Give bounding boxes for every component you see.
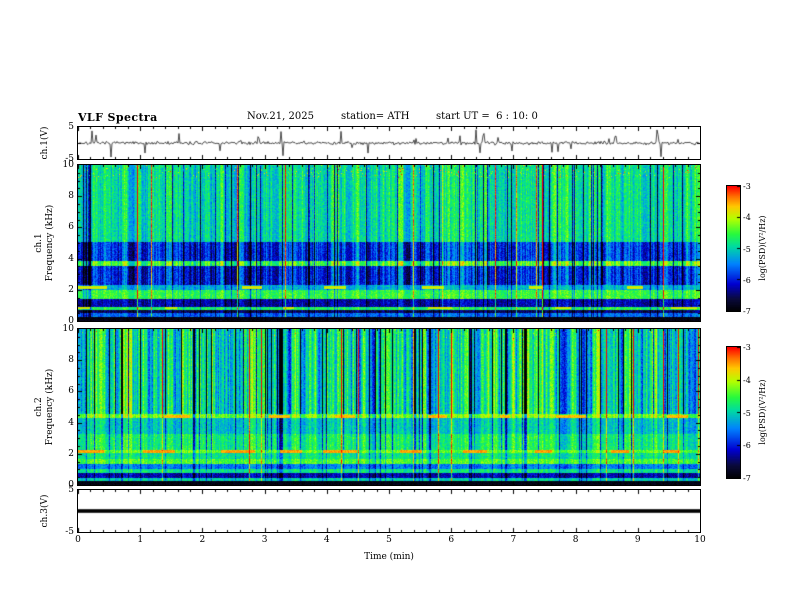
ch1-waveform-canvas: [78, 127, 700, 159]
start-ut-label: start UT = 6 : 10: 0: [436, 111, 538, 122]
ch2-frequency-axis-label: ch.2 Frequency (kHz): [34, 349, 56, 465]
y-tick-label: 5: [68, 485, 74, 495]
y-tick-label: 2: [68, 284, 74, 295]
y-tick-label: 10: [62, 160, 74, 170]
x-tick-label: 1: [137, 535, 144, 545]
colorbar-tick-label: -3: [743, 343, 751, 352]
ch3-waveform-canvas: [78, 490, 700, 532]
y-tick-label: 5: [68, 122, 74, 132]
colorbar-ch1: [726, 185, 741, 312]
x-tick-label: 10: [694, 535, 706, 545]
ch2-spectrogram-panel: [77, 328, 701, 486]
date-label: Nov.21, 2025: [247, 111, 314, 122]
ch1-spectrogram-canvas: [78, 165, 700, 321]
colorbar-tick-label: -6: [743, 275, 751, 285]
vlf-spectra-figure: VLF Spectra Nov.21, 2025 station= ATH st…: [0, 0, 792, 612]
colorbar-tick-label: -5: [743, 408, 751, 418]
x-axis-label: Time (min): [364, 552, 414, 562]
colorbar-ch2-canvas: [727, 347, 740, 478]
ch1-voltage-axis-label: ch.1(V): [40, 126, 50, 160]
y-tick-label: 4: [68, 253, 74, 264]
colorbar-tick-label: -5: [743, 244, 751, 254]
ch1-frequency-axis-label: ch.1 Frequency (kHz): [34, 185, 56, 301]
colorbar-ch1-canvas: [727, 186, 740, 311]
colorbar-tick-label: -4: [743, 213, 751, 223]
ch1-frequency-axis-line2: Frequency (kHz): [45, 204, 55, 282]
x-tick-label: 3: [261, 535, 268, 545]
y-tick-label: 8: [68, 355, 74, 366]
station-label: station= ATH: [341, 111, 410, 122]
colorbar-tick-label: -4: [743, 375, 751, 385]
ch3-voltage-axis-label: ch.3(V): [40, 494, 50, 528]
x-tick-label: 9: [634, 535, 641, 545]
y-tick-label: 8: [68, 191, 74, 202]
figure-title: VLF Spectra: [78, 111, 158, 124]
y-tick-label: 4: [68, 417, 74, 428]
y-tick-label: 10: [62, 324, 74, 334]
y-tick-label: 2: [68, 448, 74, 459]
ch2-spectrogram-canvas: [78, 329, 700, 485]
x-tick-label: 5: [386, 535, 392, 545]
x-tick-label: 8: [572, 535, 579, 545]
x-tick-label: 0: [75, 535, 81, 545]
colorbar-tick-label: -7: [743, 307, 751, 316]
x-tick-label: 7: [510, 535, 517, 545]
colorbar-tick-label: -6: [743, 441, 751, 451]
ch2-frequency-axis-line2: Frequency (kHz): [45, 368, 55, 446]
ch1-waveform-panel: [77, 126, 701, 160]
ch1-spectrogram-panel: [77, 164, 701, 322]
ch3-waveform-panel: [77, 489, 701, 533]
y-tick-label: 6: [68, 222, 74, 233]
colorbar-tick-label: -7: [743, 474, 751, 483]
colorbar-tick-label: -3: [743, 182, 751, 191]
y-tick-label: 6: [68, 386, 74, 397]
colorbar-ch2: [726, 346, 741, 479]
x-tick-label: 6: [448, 535, 455, 545]
x-tick-label: 2: [199, 535, 206, 545]
ch2-frequency-axis-line1: ch.2: [34, 397, 44, 417]
x-tick-label: 4: [323, 535, 330, 545]
ch1-frequency-axis-line1: ch.1: [34, 233, 44, 253]
